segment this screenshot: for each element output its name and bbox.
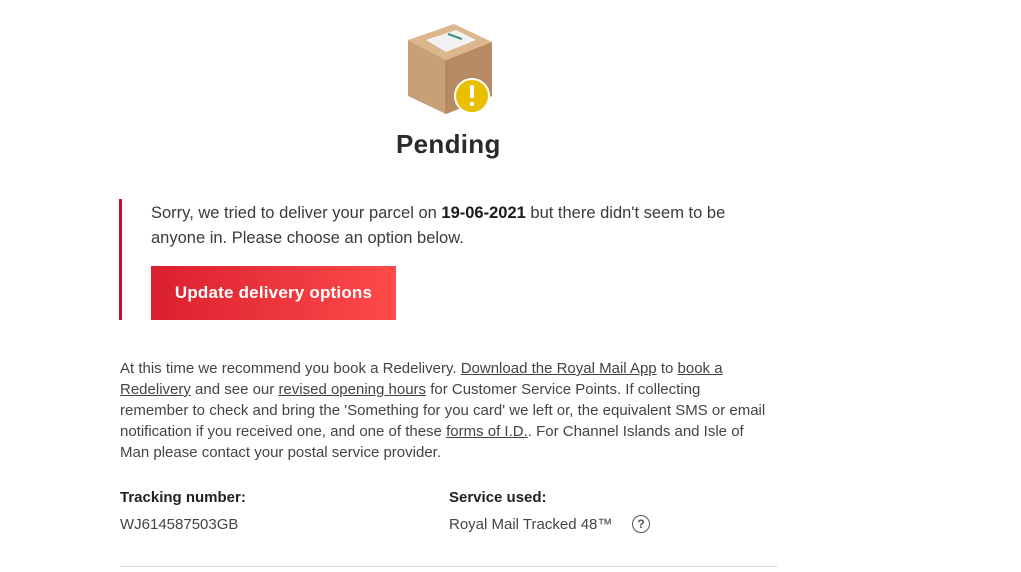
tracking-number-label: Tracking number: [120, 489, 246, 506]
service-used-label: Service used: [449, 489, 547, 506]
info-text-2: to [656, 360, 678, 377]
alert-text-before-date: Sorry, we tried to deliver your parcel o… [151, 204, 442, 222]
service-used-value: Royal Mail Tracked 48™ [449, 516, 613, 533]
delivery-alert: Sorry, we tried to deliver your parcel o… [119, 199, 779, 320]
parcel-warning-icon [408, 24, 492, 114]
delivery-date: 19-06-2021 [441, 204, 526, 222]
forms-of-id-link[interactable]: forms of I.D. [446, 423, 528, 440]
info-text-1: At this time we recommend you book a Red… [120, 360, 461, 377]
update-delivery-options-button[interactable]: Update delivery options [151, 266, 396, 320]
divider [120, 566, 777, 567]
tracking-number-value: WJ614587503GB [120, 516, 239, 533]
status-title: Pending [396, 129, 501, 159]
tracking-page: Pending Sorry, we tried to deliver your … [0, 0, 1021, 572]
info-paragraph: At this time we recommend you book a Red… [120, 358, 770, 463]
question-icon[interactable]: ? [632, 515, 650, 533]
info-text-3: and see our [190, 381, 279, 398]
download-app-link[interactable]: Download the Royal Mail App [461, 360, 657, 377]
alert-message: Sorry, we tried to deliver your parcel o… [151, 201, 781, 251]
opening-hours-link[interactable]: revised opening hours [278, 381, 426, 398]
